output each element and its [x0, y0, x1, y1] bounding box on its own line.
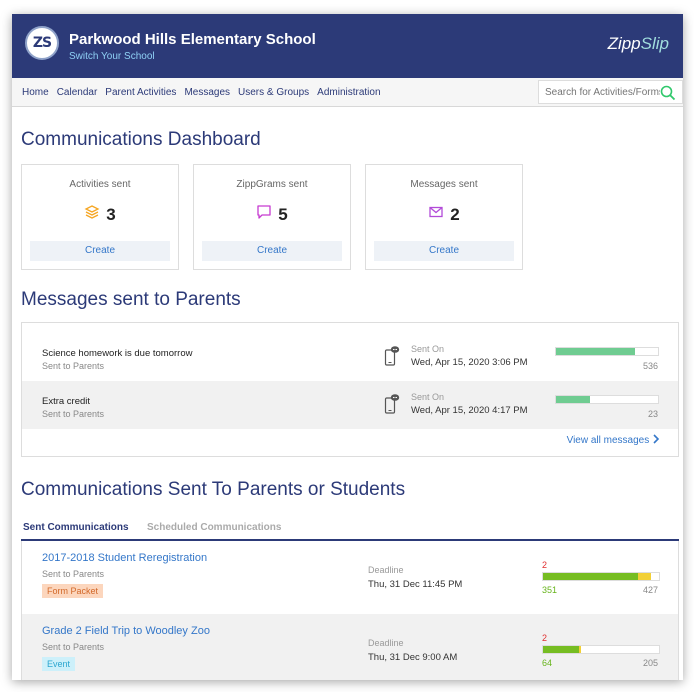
tab-sent-communications[interactable]: Sent Communications	[23, 522, 129, 533]
main-nav: Home Calendar Parent Activities Messages…	[12, 78, 683, 107]
view-all-messages-link[interactable]: View all messages	[567, 434, 660, 446]
type-badge: Event	[42, 657, 76, 671]
sent-date: Wed, Apr 15, 2020 4:17 PM	[411, 405, 528, 416]
brand-slip: Slip	[640, 34, 669, 53]
recipient-count: 23	[647, 409, 658, 419]
layers-icon	[84, 204, 100, 225]
chevron-right-icon	[653, 434, 660, 444]
tab-scheduled-communications[interactable]: Scheduled Communications	[147, 522, 281, 533]
communication-recipients: Sent to Parents	[42, 642, 105, 652]
delivery-progress-fill	[556, 348, 635, 355]
card-label: Messages sent	[410, 179, 478, 190]
declined-count: 2	[542, 560, 548, 570]
message-title: Science homework is due tomorrow	[42, 348, 193, 359]
completed-count: 351	[542, 585, 558, 595]
completed-segment	[543, 646, 579, 653]
messages-sent-card: Messages sent 2 Create	[365, 164, 523, 270]
card-value: 3	[22, 204, 178, 225]
message-recipients: Sent to Parents	[42, 361, 105, 371]
recipient-count: 536	[642, 361, 658, 371]
communication-title[interactable]: Grade 2 Field Trip to Woodley Zoo	[42, 625, 210, 637]
deadline-date: Thu, 31 Dec 9:00 AM	[368, 652, 458, 663]
communications-tabs: Sent Communications Scheduled Communicat…	[21, 519, 679, 541]
delivery-progress-bar	[555, 395, 659, 404]
completed-count: 64	[542, 658, 553, 668]
communication-recipients: Sent to Parents	[42, 569, 105, 579]
zippgrams-count: 5	[278, 204, 288, 224]
deadline-date: Thu, 31 Dec 11:45 PM	[368, 579, 463, 590]
declined-count: 2	[542, 633, 548, 643]
create-activity-button[interactable]: Create	[30, 241, 170, 261]
nav-administration[interactable]: Administration	[317, 87, 380, 98]
messages-section-title: Messages sent to Parents	[21, 289, 241, 310]
communication-row[interactable]: Grade 2 Field Trip to Woodley Zoo Sent t…	[22, 614, 678, 680]
message-row[interactable]: Science homework is due tomorrow Sent to…	[22, 333, 678, 381]
zippslip-brand-logo[interactable]: ZippSlip	[608, 34, 669, 54]
total-count: 205	[642, 658, 658, 668]
nav-messages[interactable]: Messages	[184, 87, 230, 98]
delivery-progress-fill	[556, 396, 590, 403]
completed-segment	[543, 573, 639, 580]
school-name: Parkwood Hills Elementary School	[69, 31, 316, 48]
response-progress-bar	[542, 645, 660, 654]
type-badge: Form Packet	[42, 584, 104, 598]
school-logo-icon[interactable]: ZS	[25, 26, 59, 60]
view-all-label: View all messages	[566, 435, 650, 446]
create-zippgram-button[interactable]: Create	[202, 241, 342, 261]
app-window: ZS Parkwood Hills Elementary School Swit…	[12, 14, 683, 680]
brand-zipp: Zipp	[607, 34, 641, 53]
mobile-message-icon	[384, 345, 400, 372]
dashboard-title: Communications Dashboard	[21, 129, 261, 150]
logo-text: ZS	[32, 35, 52, 51]
card-label: Activities sent	[69, 179, 131, 190]
nav-users-groups[interactable]: Users & Groups	[238, 87, 309, 98]
search-box	[538, 80, 683, 104]
messages-count: 2	[450, 204, 460, 224]
communication-row[interactable]: 2017-2018 Student Reregistration Sent to…	[22, 541, 678, 614]
message-title: Extra credit	[42, 396, 91, 407]
messages-list: Science homework is due tomorrow Sent to…	[21, 322, 679, 457]
activities-sent-card: Activities sent 3 Create	[21, 164, 179, 270]
sent-on-label: Sent On	[411, 392, 445, 402]
sent-date: Wed, Apr 15, 2020 3:06 PM	[411, 357, 528, 368]
search-input[interactable]	[545, 86, 660, 98]
create-message-button[interactable]: Create	[374, 241, 514, 261]
nav-home[interactable]: Home	[22, 87, 49, 98]
message-recipients: Sent to Parents	[42, 409, 105, 419]
total-count: 427	[642, 585, 658, 595]
mobile-message-icon	[384, 393, 400, 420]
response-progress-bar	[542, 572, 660, 581]
card-value: 2	[366, 204, 522, 225]
pending-segment	[638, 573, 651, 580]
communications-list: 2017-2018 Student Reregistration Sent to…	[21, 541, 679, 680]
pending-segment	[578, 646, 582, 653]
chat-bubble-icon	[256, 204, 272, 225]
deadline-label: Deadline	[368, 565, 404, 575]
communication-title[interactable]: 2017-2018 Student Reregistration	[42, 552, 207, 564]
search-icon[interactable]	[660, 85, 676, 106]
sent-on-label: Sent On	[411, 344, 445, 354]
card-value: 5	[194, 204, 350, 225]
switch-school-link[interactable]: Switch Your School	[69, 51, 155, 62]
activities-count: 3	[106, 204, 116, 224]
communications-section-title: Communications Sent To Parents or Studen…	[21, 479, 406, 500]
message-row[interactable]: Extra credit Sent to Parents Sent On Wed…	[22, 381, 678, 429]
nav-parent-activities[interactable]: Parent Activities	[105, 87, 176, 98]
nav-calendar[interactable]: Calendar	[57, 87, 98, 98]
top-header: ZS Parkwood Hills Elementary School Swit…	[12, 14, 683, 78]
card-label: ZippGrams sent	[236, 179, 308, 190]
deadline-label: Deadline	[368, 638, 404, 648]
delivery-progress-bar	[555, 347, 659, 356]
envelope-icon	[428, 204, 444, 225]
zippgrams-sent-card: ZippGrams sent 5 Create	[193, 164, 351, 270]
